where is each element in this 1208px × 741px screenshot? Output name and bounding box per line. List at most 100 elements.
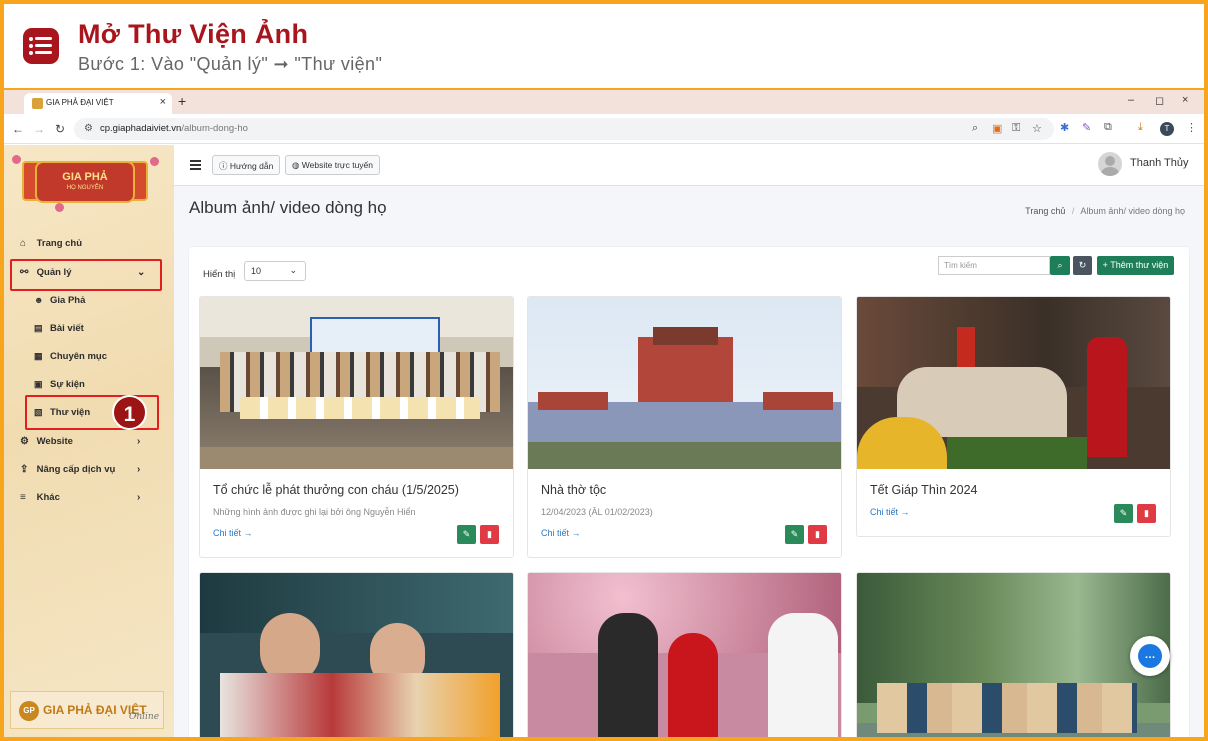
album-card[interactable] [856,572,1171,737]
highlight-box-manage [10,259,162,291]
delete-button[interactable]: ▮ [480,525,499,544]
web-page: GIA PHẢ HỌ NGUYỄN ⌂ Trang chủ ⚯ Quản lý … [4,145,1204,737]
puzzle-icon[interactable]: ⧉ [1104,121,1112,134]
search-button[interactable]: ⌕ [1050,256,1070,275]
bars-icon: ≡ [20,492,26,503]
sidebar-item-other[interactable]: ≡ Khác [20,492,60,510]
album-title[interactable]: Tổ chức lễ phát thưởng con cháu (1/5/202… [213,483,459,497]
reload-icon[interactable]: ↻ [55,122,65,136]
menu-dots-icon[interactable]: ⋮ [1186,121,1197,134]
hamburger-menu-icon[interactable] [190,160,201,172]
album-title[interactable]: Tết Giáp Thìn 2024 [870,483,977,497]
brand-suffix: Online [129,712,160,722]
pen-extension-icon[interactable]: ✎ [1082,121,1091,134]
sidebar-item-family-tree[interactable]: ☻ Gia Phả [34,295,85,313]
tutorial-subtitle: Bước 1: Vào "Quản lý" ➞ "Thư viện" [78,54,383,74]
tab-close-button[interactable]: × [160,96,166,108]
browser-tab[interactable]: GIA PHẢ ĐẠI VIỆT × [24,93,172,114]
flower-decoration [55,203,64,212]
album-card[interactable]: Tết Giáp Thìn 2024 Chi tiết → ✎ ▮ [856,296,1171,537]
website-online-button[interactable]: ◍ Website trực tuyến [285,155,380,175]
sidebar-item-home[interactable]: ⌂ Trang chủ [20,238,82,256]
sidebar-item-label: Khác [36,492,60,503]
chevron-right-icon[interactable]: › [137,464,140,475]
sidebar-item-upgrade[interactable]: ⇪ Nâng cấp dịch vụ [20,464,115,482]
edit-button[interactable]: ✎ [785,525,804,544]
zoom-icon[interactable]: ⌕ [972,122,978,135]
close-window-button[interactable]: × [1182,94,1188,106]
album-card[interactable]: Tổ chức lễ phát thưởng con cháu (1/5/202… [199,296,514,558]
sidebar-item-posts[interactable]: ▤ Bài viết [34,323,84,341]
list-icon [23,28,59,64]
users-icon: ☻ [34,295,44,305]
logo-subtitle: HỌ NGUYỄN [66,185,104,191]
guide-label: Hướng dẫn [229,161,274,171]
extension-icon[interactable]: ✱ [1060,121,1069,134]
guide-button[interactable]: ⓘ Hướng dẫn [212,155,281,175]
refresh-icon: ↻ [1078,260,1087,270]
sidebar-item-label: Chuyên mục [50,351,108,362]
refresh-button[interactable]: ↻ [1073,256,1092,275]
site-info-icon[interactable]: ⚙ [84,123,93,134]
chat-icon: … [1138,644,1162,668]
album-photo-family-dinner[interactable] [200,573,513,737]
album-detail-link[interactable]: Chi tiết → [870,507,910,517]
bookmark-star-icon[interactable]: ☆ [1032,122,1042,135]
key-icon[interactable]: ⚿ [1012,122,1020,135]
delete-button[interactable]: ▮ [808,525,827,544]
tutorial-title: Mở Thư Viện Ảnh [78,19,309,49]
breadcrumb-home[interactable]: Trang chủ [1025,206,1065,216]
table-icon: ▦ [34,351,43,361]
delete-button[interactable]: ▮ [1137,504,1156,523]
search-icon: ⌕ [1057,260,1063,270]
chevron-right-icon[interactable]: › [137,492,140,503]
sidebar-item-website[interactable]: ⚙ Website [20,436,73,454]
maximize-button[interactable]: ◻ [1155,94,1164,107]
album-photo-ancestral-hall[interactable] [528,297,841,469]
new-tab-button[interactable]: + [178,93,186,109]
flower-decoration [12,155,21,164]
user-avatar[interactable] [1098,152,1122,176]
album-photo-boat-trip[interactable] [857,573,1170,737]
album-photo-tet-celebration[interactable] [857,297,1170,469]
profile-avatar[interactable]: T [1160,122,1174,136]
back-icon[interactable]: ← [12,122,24,136]
album-description: 12/04/2023 (ÂL 01/02/2023) [541,507,653,517]
album-card[interactable]: Nhà thờ tộc 12/04/2023 (ÂL 01/02/2023) C… [527,296,842,558]
chat-support-button[interactable]: … [1130,636,1170,676]
logo-banner: GIA PHẢ HỌ NGUYỄN [35,161,135,203]
album-card[interactable] [527,572,842,737]
album-card[interactable] [199,572,514,737]
download-icon[interactable]: ⤓ [1138,121,1143,134]
flower-decoration [150,157,159,166]
user-name[interactable]: Thanh Thủy [1130,157,1189,169]
minimize-button[interactable]: – [1128,94,1134,106]
brand-footer-logo: GP GIA PHẢ ĐẠI VIỆT Online [10,691,164,729]
add-library-label: Thêm thư viện [1110,260,1169,270]
screenshot-icon[interactable]: ▣ [992,122,1002,135]
logo-title: GIA PHẢ [62,171,108,183]
edit-button[interactable]: ✎ [457,525,476,544]
edit-button[interactable]: ✎ [1114,504,1133,523]
trash-icon: ▮ [1144,508,1149,518]
forward-icon[interactable]: → [33,122,45,136]
sidebar: GIA PHẢ HỌ NGUYỄN ⌂ Trang chủ ⚯ Quản lý … [4,145,174,737]
add-library-button[interactable]: + Thêm thư viện [1097,256,1174,275]
url-field[interactable]: ⚙ cp.giaphadaiviet.vn/album-dong-ho ⌕ ▣ … [74,118,1054,140]
album-photo-wedding[interactable] [528,573,841,737]
edit-icon: ✎ [1119,508,1128,518]
search-input[interactable]: Tìm kiếm [938,256,1050,275]
page-title: Album ảnh/ video dòng họ [189,198,387,217]
show-entries-select[interactable]: 10 ⌄ [244,261,306,281]
album-photo-award-ceremony[interactable] [200,297,513,469]
info-icon: ⓘ [219,161,228,171]
family-logo[interactable]: GIA PHẢ HỌ NGUYỄN [10,151,160,212]
album-detail-link[interactable]: Chi tiết → [213,528,253,538]
chevron-right-icon[interactable]: › [137,436,140,447]
sidebar-item-label: Nâng cấp dịch vụ [36,464,116,475]
album-title[interactable]: Nhà thờ tộc [541,483,606,497]
favicon-icon [32,98,43,109]
sidebar-item-categories[interactable]: ▦ Chuyên mục [34,351,107,369]
breadcrumb-current: Album ảnh/ video dòng họ [1080,206,1185,216]
album-detail-link[interactable]: Chi tiết → [541,528,581,538]
